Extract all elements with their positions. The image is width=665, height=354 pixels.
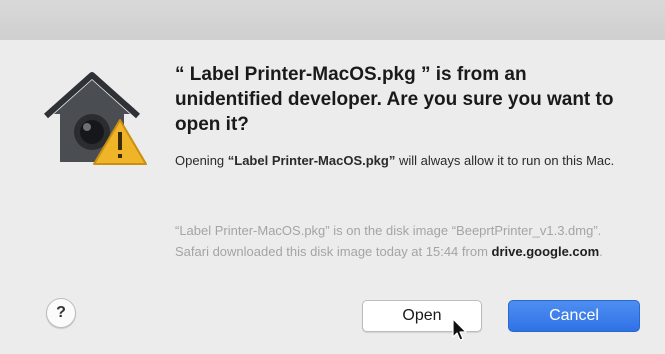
gatekeeper-house-warning-icon bbox=[44, 72, 147, 165]
window-titlebar bbox=[0, 0, 665, 41]
cancel-button[interactable]: Cancel bbox=[508, 300, 640, 332]
pointer-cursor-icon bbox=[452, 318, 467, 341]
dialog-subtext: Opening “Label Printer-MacOS.pkg” will a… bbox=[175, 150, 635, 172]
help-button[interactable]: ? bbox=[46, 298, 76, 328]
download-host: drive.google.com bbox=[491, 244, 600, 259]
subtext-prefix: Opening bbox=[175, 153, 228, 168]
dialog-headline: “ Label Printer-MacOS.pkg ” is from an u… bbox=[175, 64, 614, 135]
subtext-filename: “Label Printer-MacOS.pkg” bbox=[227, 153, 396, 168]
info-end: . bbox=[599, 244, 603, 259]
subtext-suffix: will always allow it to run on this Mac. bbox=[395, 153, 615, 168]
download-info-text: “Label Printer-MacOS.pkg” is on the disk… bbox=[175, 220, 635, 262]
